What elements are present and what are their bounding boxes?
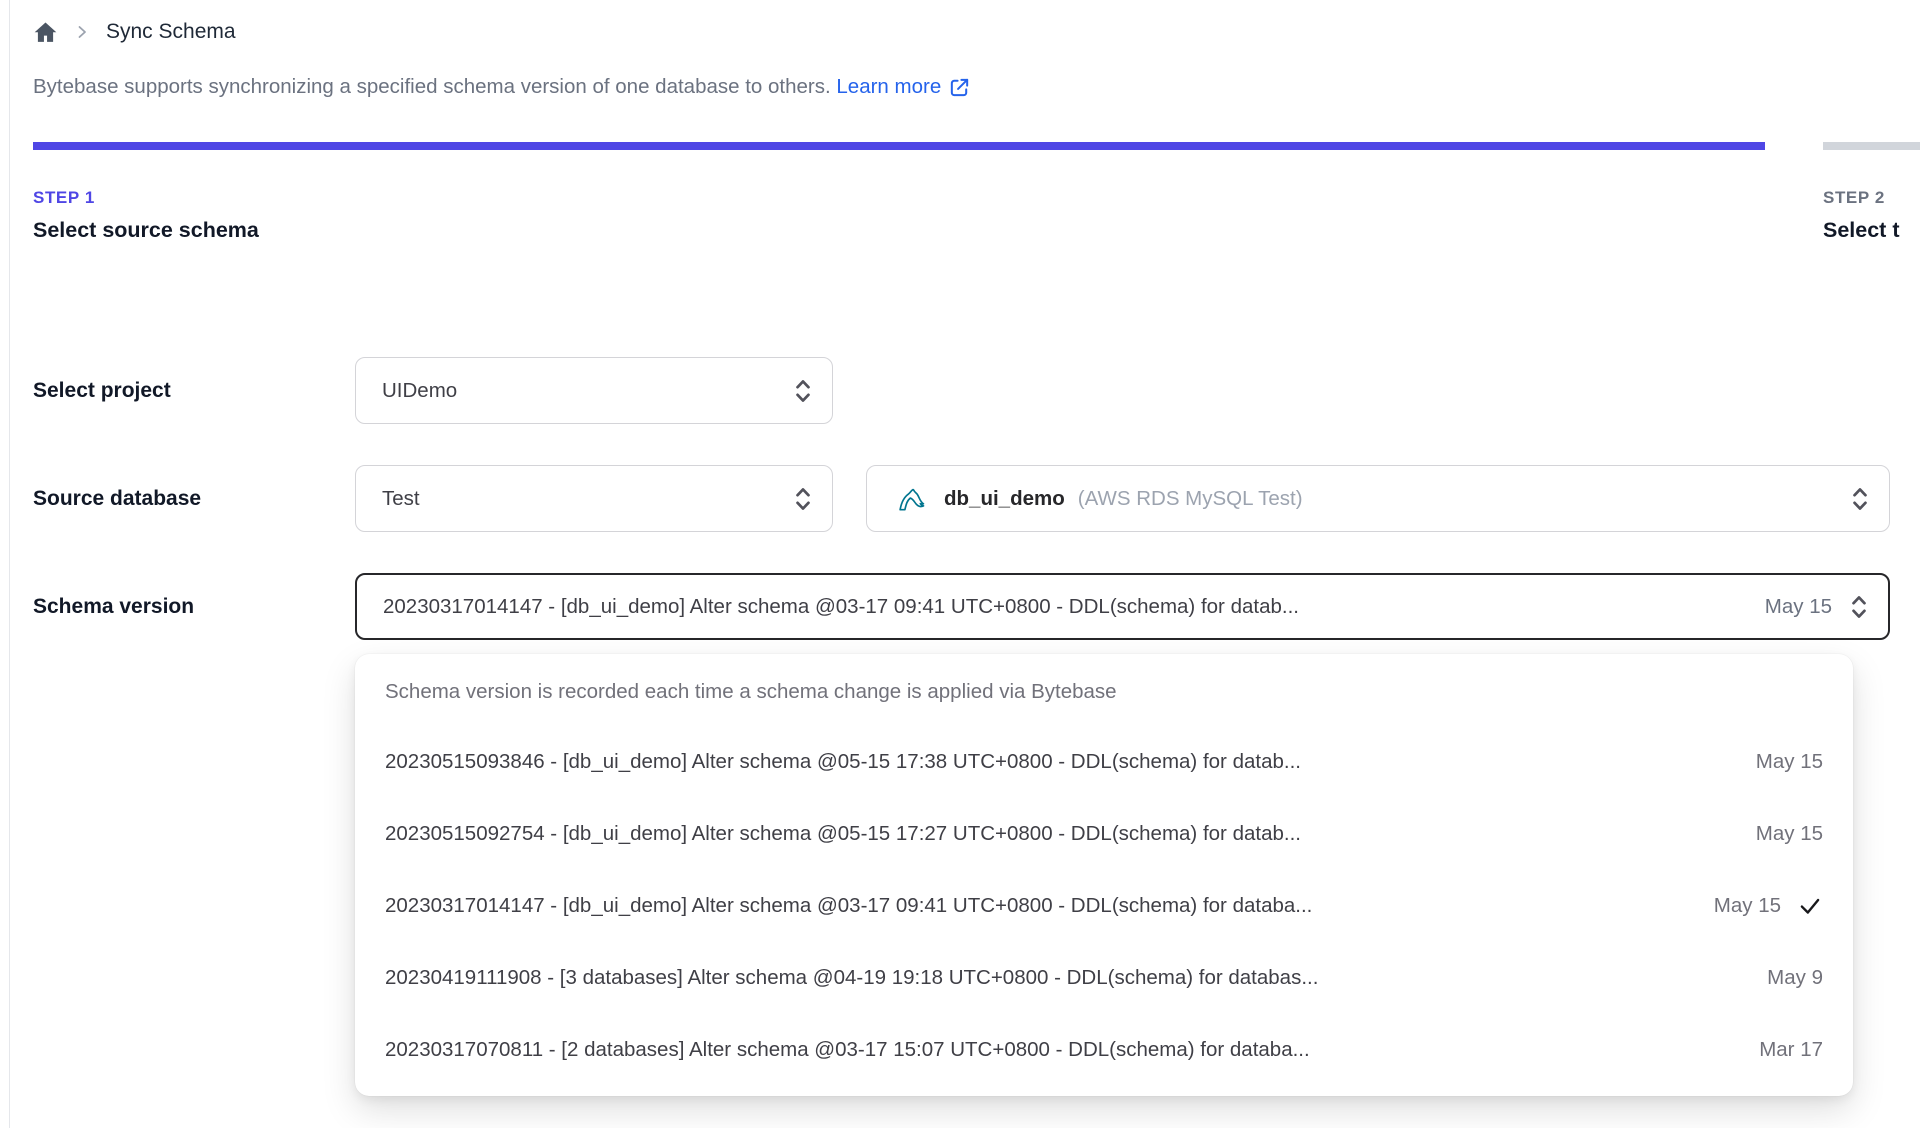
environment-select[interactable]: Test bbox=[355, 465, 833, 532]
database-name: db_ui_demo bbox=[944, 486, 1065, 510]
step1-progress-bar bbox=[33, 142, 1765, 150]
chevron-right-icon bbox=[74, 24, 90, 40]
step2-label: STEP 2 bbox=[1823, 188, 1885, 207]
schema-version-row: Schema version 20230317014147 - [db_ui_d… bbox=[33, 573, 1890, 640]
sync-schema-page: Sync Schema Bytebase supports synchroniz… bbox=[0, 0, 1920, 1128]
content-left-divider bbox=[9, 0, 10, 1128]
dropdown-option[interactable]: 20230515093846 - [db_ui_demo] Alter sche… bbox=[355, 726, 1853, 798]
step1-label: STEP 1 bbox=[33, 188, 95, 207]
page-title: Sync Schema bbox=[106, 20, 236, 43]
home-icon[interactable] bbox=[33, 20, 58, 45]
dropdown-option[interactable]: 20230317070811 - [2 databases] Alter sch… bbox=[355, 1014, 1853, 1086]
step2-title: Select t bbox=[1823, 218, 1900, 242]
intro-text: Bytebase supports synchronizing a specif… bbox=[33, 75, 971, 99]
select-arrows-icon bbox=[792, 376, 814, 406]
database-info: (AWS RDS MySQL Test) bbox=[1077, 486, 1303, 510]
select-arrows-icon bbox=[792, 484, 814, 514]
schema-version-select[interactable]: 20230317014147 - [db_ui_demo] Alter sche… bbox=[355, 573, 1890, 640]
schema-version-value: 20230317014147 - [db_ui_demo] Alter sche… bbox=[383, 594, 1299, 618]
environment-select-value: Test bbox=[382, 486, 420, 510]
option-date: May 9 bbox=[1767, 966, 1823, 989]
external-link-icon bbox=[951, 78, 969, 96]
dropdown-option-selected[interactable]: 20230317014147 - [db_ui_demo] Alter sche… bbox=[355, 870, 1853, 942]
option-text: 20230515093846 - [db_ui_demo] Alter sche… bbox=[385, 750, 1301, 773]
intro-description: Bytebase supports synchronizing a specif… bbox=[33, 75, 831, 98]
select-project-label: Select project bbox=[33, 378, 171, 402]
step2-progress-bar bbox=[1823, 142, 1920, 150]
select-arrows-icon bbox=[1848, 592, 1870, 622]
option-text: 20230419111908 - [3 databases] Alter sch… bbox=[385, 966, 1319, 989]
option-date: Mar 17 bbox=[1759, 1038, 1823, 1061]
select-project-row: Select project UIDemo bbox=[33, 357, 833, 424]
schema-version-label: Schema version bbox=[33, 594, 195, 618]
mysql-icon bbox=[893, 480, 931, 518]
project-select[interactable]: UIDemo bbox=[355, 357, 833, 424]
option-date: May 15 bbox=[1755, 822, 1823, 845]
step1-title: Select source schema bbox=[33, 218, 259, 242]
checkmark-icon bbox=[1797, 893, 1823, 919]
option-text: 20230317070811 - [2 databases] Alter sch… bbox=[385, 1038, 1310, 1061]
schema-version-date: May 15 bbox=[1764, 594, 1832, 618]
database-select[interactable]: db_ui_demo (AWS RDS MySQL Test) bbox=[866, 465, 1890, 532]
schema-version-dropdown: Schema version is recorded each time a s… bbox=[355, 654, 1853, 1096]
dropdown-option[interactable]: 20230515092754 - [db_ui_demo] Alter sche… bbox=[355, 798, 1853, 870]
option-date: May 15 bbox=[1713, 894, 1781, 917]
project-select-value: UIDemo bbox=[382, 378, 458, 402]
dropdown-option-list: 20230515093846 - [db_ui_demo] Alter sche… bbox=[355, 726, 1853, 1086]
source-database-label: Source database bbox=[33, 486, 202, 510]
breadcrumb: Sync Schema bbox=[33, 14, 236, 50]
source-database-row: Source database Test db_ui_demo (AWS RDS… bbox=[33, 465, 1890, 532]
select-arrows-icon bbox=[1849, 484, 1871, 514]
option-date: May 15 bbox=[1755, 750, 1823, 773]
dropdown-option[interactable]: 20230419111908 - [3 databases] Alter sch… bbox=[355, 942, 1853, 1014]
dropdown-hint: Schema version is recorded each time a s… bbox=[385, 680, 1117, 703]
option-text: 20230317014147 - [db_ui_demo] Alter sche… bbox=[385, 894, 1313, 917]
learn-more-link[interactable]: Learn more bbox=[836, 75, 971, 99]
option-text: 20230515092754 - [db_ui_demo] Alter sche… bbox=[385, 822, 1301, 845]
